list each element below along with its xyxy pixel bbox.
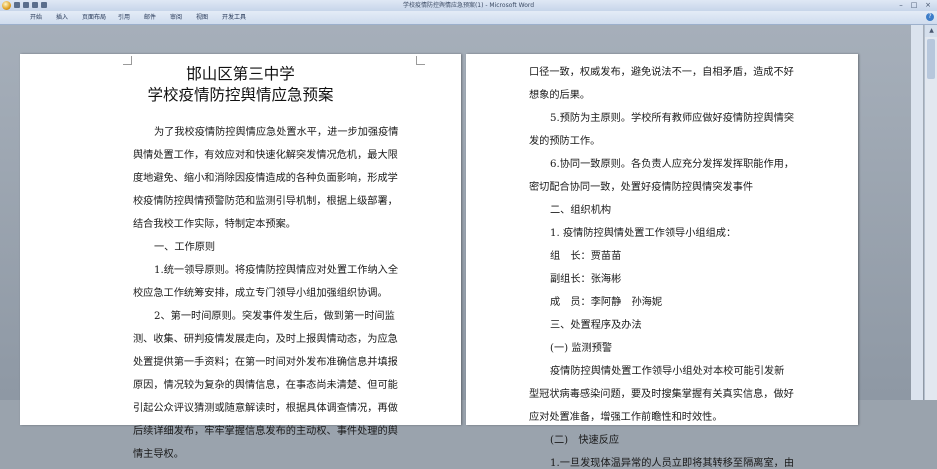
document-title-plan: 学校疫情防控舆情应急预案 [147, 86, 334, 104]
paragraph-line: 5.预防为主原则。学校所有教师应做好疫情防控舆情突 [550, 113, 795, 124]
close-button[interactable]: × [922, 1, 934, 9]
document-workspace: 邯山区第三中学 学校疫情防控舆情应急预案 为了我校疫情防控舆情应急处置水平，进一… [0, 25, 937, 469]
paragraph-line: 引起公众评议猜测或随意解读时，根据具体调查情况，再做 [133, 403, 398, 414]
minimize-button[interactable]: – [895, 1, 907, 9]
tab-developer[interactable]: 开发工具 [222, 11, 246, 24]
paragraph-line: 密切配合协同一致，处置好疫情防控舆情突发事件 [529, 182, 754, 193]
tab-references[interactable]: 引用 [118, 11, 130, 24]
document-title-school: 邯山区第三中学 [186, 65, 295, 83]
tab-mailings[interactable]: 邮件 [144, 11, 156, 24]
window-title: 学校疫情防控舆情应急预案(1) - Microsoft Word [402, 2, 535, 9]
paragraph-line: 1.一旦发现体温异常的人员立即将其转移至隔离室，由 [550, 458, 795, 469]
team-members-line: 成 员：李阿静 孙海妮 [550, 297, 663, 308]
help-icon[interactable]: ? [926, 13, 934, 21]
paragraph-line: 发的预防工作。 [529, 136, 601, 147]
paragraph-line: 测、收集、研判疫情发展走向，及时上报舆情动态，为应急 [133, 334, 398, 345]
scroll-thumb[interactable] [927, 39, 935, 79]
tab-review[interactable]: 审阅 [170, 11, 182, 24]
tab-home[interactable]: 开始 [30, 11, 42, 24]
paragraph-line: 舆情处置工作，有效应对和快速化解突发情况危机，最大限 [133, 150, 398, 161]
paragraph-line: 型冠状病毒感染问题，要及时搜集掌握有关真实信息，做好 [529, 389, 794, 400]
paragraph-line: 1.统一领导原则。将疫情防控舆情应对处置工作纳入全 [154, 265, 399, 276]
paragraph-line: 疫情防控舆情处置工作领导小组处对本校可能引发新 [550, 366, 785, 377]
subsection-heading: (二) 快速反应 [550, 435, 620, 446]
tab-insert[interactable]: 插入 [56, 11, 68, 24]
paragraph-line: 校疫情防控舆情预警防范和监测引导机制，根据上级部署， [133, 196, 398, 207]
document-page-2[interactable]: 口径一致，权威发布，避免说法不一，自相矛盾，造成不好 想象的后果。 5.预防为主… [466, 54, 858, 469]
paragraph-line: 校应急工作统筹安排，成立专门领导小组加强组织协调。 [133, 288, 388, 299]
team-leader-line: 组 长：贾苗苗 [550, 251, 622, 262]
paragraph-line: 为了我校疫情防控舆情应急处置水平，进一步加强疫情 [154, 127, 399, 138]
paragraph-line: 度地避免、缩小和消除因疫情造成的各种负面影响，形成学 [133, 173, 398, 184]
maximize-button[interactable]: □ [908, 1, 920, 9]
paragraph-line: 后续详细发布，牢牢掌握信息发布的主动权、事件处理的舆 [133, 426, 398, 437]
team-deputy-line: 副组长：张海彬 [550, 274, 622, 285]
paragraph-line: 应对处置准备，增强工作前瞻性和时效性。 [529, 412, 723, 423]
section-heading: 三、处置程序及办法 [550, 320, 642, 331]
section-heading: 二、组织机构 [550, 205, 612, 216]
scroll-up-arrow-icon[interactable]: ▲ [925, 25, 937, 37]
document-page-1[interactable]: 邯山区第三中学 学校疫情防控舆情应急预案 为了我校疫情防控舆情应急处置水平，进一… [20, 54, 461, 460]
title-bar: 学校疫情防控舆情应急预案(1) - Microsoft Word – □ × [0, 0, 937, 11]
section-heading: 一、工作原则 [154, 242, 216, 253]
vertical-scrollbar[interactable]: ▲ [924, 25, 937, 400]
paragraph-line: 想象的后果。 [529, 90, 591, 101]
paragraph-line: 口径一致，权威发布，避免说法不一，自相矛盾，造成不好 [529, 67, 794, 78]
paragraph-line: 2、第一时间原则。突发事件发生后，做到第一时间监 [154, 311, 395, 322]
subsection-heading: (一) 监测预警 [550, 343, 613, 354]
tab-view[interactable]: 视图 [196, 11, 208, 24]
paragraph-line: 1. 疫情防控舆情处置工作领导小组组成： [550, 228, 737, 239]
ribbon-tab-bar: 开始 插入 页面布局 引用 邮件 审阅 视图 开发工具 ? [0, 11, 937, 25]
paragraph-line: 原因，情况较为复杂的舆情信息，在事态尚未清楚、但可能 [133, 380, 398, 391]
paragraph-line: 结合我校工作实际，特制定本预案。 [133, 219, 296, 230]
paragraph-line: 情主导权。 [133, 449, 184, 460]
paragraph-line: 6.协同一致原则。各负责人应充分发挥发挥职能作用， [550, 159, 795, 170]
tab-page-layout[interactable]: 页面布局 [82, 11, 106, 24]
vertical-ruler [911, 25, 923, 400]
paragraph-line: 处置提供第一手资料；在第一时间对外发布准确信息并填报 [133, 357, 398, 368]
